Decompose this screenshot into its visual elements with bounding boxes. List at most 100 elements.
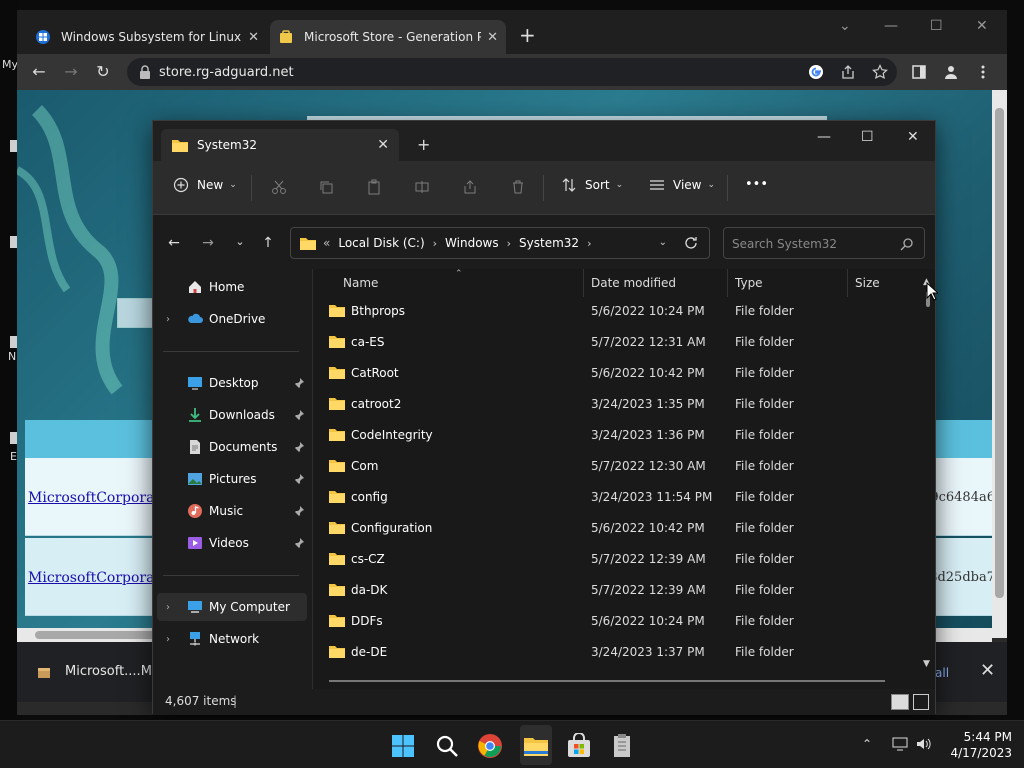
- volume-icon[interactable]: [916, 737, 932, 751]
- chevron-right-icon[interactable]: ›: [587, 237, 591, 250]
- tiles-view-icon[interactable]: [913, 694, 929, 710]
- column-header-type[interactable]: Type: [735, 276, 763, 290]
- close-tab-icon[interactable]: ✕: [248, 30, 259, 45]
- clock[interactable]: 5:44 PM 4/17/2023: [946, 729, 1012, 761]
- sidebar-item-home[interactable]: Home: [157, 273, 307, 301]
- pin-icon[interactable]: [293, 473, 305, 485]
- column-divider[interactable]: [847, 269, 848, 297]
- forward-icon[interactable]: →: [199, 235, 217, 251]
- profile-icon[interactable]: [943, 64, 959, 80]
- sidebar-item-downloads[interactable]: Downloads: [157, 401, 307, 429]
- sidebar-item-desktop[interactable]: Desktop: [157, 369, 307, 397]
- show-hidden-icons-chevron-icon[interactable]: ⌃: [862, 737, 872, 751]
- sort-button[interactable]: Sort ⌄: [561, 177, 623, 193]
- refresh-icon[interactable]: [683, 235, 699, 251]
- column-header-date[interactable]: Date modified: [591, 276, 676, 290]
- search-input[interactable]: Search System32: [723, 227, 925, 259]
- close-tab-icon[interactable]: ✕: [487, 30, 498, 45]
- share-icon[interactable]: [840, 64, 856, 80]
- breadcrumb-item[interactable]: Windows: [445, 236, 499, 250]
- sidebar-item-pictures[interactable]: Pictures: [157, 465, 307, 493]
- breadcrumb[interactable]: « Local Disk (C:) › Windows › System32 ›…: [290, 227, 710, 259]
- expand-chevron-icon[interactable]: ›: [157, 602, 179, 613]
- file-row[interactable]: CodeIntegrity 3/24/2023 1:36 PM File folde…: [313, 420, 923, 451]
- cut-icon[interactable]: [271, 179, 287, 195]
- paste-icon[interactable]: [366, 179, 382, 195]
- chevron-right-icon[interactable]: ›: [507, 237, 511, 250]
- maximize-icon[interactable]: ☐: [861, 129, 874, 145]
- file-row[interactable]: config 3/24/2023 11:54 PM File folder: [313, 482, 923, 513]
- sidebar-item-documents[interactable]: Documents: [157, 433, 307, 461]
- sidebar-item-onedrive[interactable]: › OneDrive: [157, 305, 307, 333]
- breadcrumb-overflow[interactable]: «: [323, 236, 330, 250]
- copy-icon[interactable]: [318, 179, 334, 195]
- browser-tab-active[interactable]: Microsoft Store - Generation Proj ✕: [270, 20, 506, 54]
- details-view-icon[interactable]: [891, 694, 909, 710]
- new-tab-icon[interactable]: +: [417, 135, 430, 154]
- bookmark-star-icon[interactable]: [872, 64, 888, 80]
- chevron-down-icon[interactable]: ⌄: [659, 237, 667, 248]
- sidebar-item-videos[interactable]: Videos: [157, 529, 307, 557]
- file-explorer-icon[interactable]: [523, 733, 549, 759]
- show-all-downloads-button[interactable]: all: [935, 666, 949, 680]
- file-row[interactable]: CatRoot 5/6/2022 10:42 PM File folder: [313, 358, 923, 389]
- file-row[interactable]: de-DE 3/24/2023 1:37 PM File folder: [313, 637, 923, 668]
- minimize-icon[interactable]: —: [817, 129, 831, 145]
- column-divider[interactable]: [727, 269, 728, 297]
- archive-app-icon[interactable]: [609, 733, 635, 759]
- delete-icon[interactable]: [510, 179, 526, 195]
- back-icon[interactable]: ←: [29, 62, 49, 82]
- close-window-icon[interactable]: ✕: [907, 129, 919, 145]
- file-row[interactable]: catroot2 3/24/2023 1:35 PM File folder: [313, 389, 923, 420]
- rename-icon[interactable]: [414, 179, 430, 195]
- close-download-bar-icon[interactable]: ✕: [980, 660, 995, 681]
- pin-icon[interactable]: [293, 537, 305, 549]
- back-icon[interactable]: ←: [165, 235, 183, 251]
- sidebar-item-music[interactable]: Music: [157, 497, 307, 525]
- file-row[interactable]: Configuration 5/6/2022 10:42 PM File folde…: [313, 513, 923, 544]
- maximize-icon[interactable]: ☐: [930, 18, 943, 34]
- horizontal-scrollbar[interactable]: [329, 680, 885, 682]
- scroll-down-icon[interactable]: ▼: [923, 659, 930, 669]
- recent-locations-icon[interactable]: ⌄: [231, 235, 249, 251]
- desktop-icon-label[interactable]: My: [2, 58, 18, 71]
- view-button[interactable]: View ⌄: [649, 177, 715, 193]
- forward-icon[interactable]: →: [61, 62, 81, 82]
- pin-icon[interactable]: [293, 505, 305, 517]
- column-divider[interactable]: [583, 269, 584, 297]
- address-bar[interactable]: store.rg-adguard.net: [127, 58, 897, 86]
- download-item[interactable]: Microsoft....Ms: [37, 664, 159, 679]
- page-vertical-scrollbar[interactable]: [992, 90, 1007, 638]
- pin-icon[interactable]: [293, 441, 305, 453]
- kebab-menu-icon[interactable]: [975, 64, 991, 80]
- new-tab-icon[interactable]: +: [519, 25, 536, 45]
- file-row[interactable]: DDFs 5/6/2022 10:24 PM File folder: [313, 606, 923, 637]
- column-header-size[interactable]: Size: [855, 276, 880, 290]
- sidebar-item-my-computer[interactable]: › My Computer: [157, 593, 307, 621]
- reload-icon[interactable]: ↻: [93, 62, 113, 82]
- file-row[interactable]: da-DK 5/7/2022 12:39 AM File folder: [313, 575, 923, 606]
- file-row[interactable]: cs-CZ 5/7/2022 12:39 AM File folder: [313, 544, 923, 575]
- sidebar-item-network[interactable]: › Network: [157, 625, 307, 653]
- minimize-icon[interactable]: —: [884, 18, 898, 34]
- scrollbar-thumb[interactable]: [995, 108, 1004, 598]
- file-row[interactable]: Bthprops 5/6/2022 10:24 PM File folder: [313, 296, 923, 327]
- microsoft-store-icon[interactable]: [566, 733, 592, 759]
- chrome-icon[interactable]: [477, 733, 503, 759]
- tab-search-chevron-icon[interactable]: ⌄: [839, 18, 851, 34]
- side-panel-icon[interactable]: [911, 64, 927, 80]
- breadcrumb-item[interactable]: Local Disk (C:): [338, 236, 424, 250]
- column-header-name[interactable]: Name: [343, 276, 378, 290]
- new-button[interactable]: New ⌄: [173, 177, 237, 193]
- vertical-scrollbar[interactable]: ▲ ▼: [921, 269, 935, 689]
- up-icon[interactable]: ↑: [259, 235, 277, 251]
- more-options-button[interactable]: •••: [745, 177, 768, 192]
- file-row[interactable]: Com 5/7/2022 12:30 AM File folder: [313, 451, 923, 482]
- file-row[interactable]: ca-ES 5/7/2022 12:31 AM File folder: [313, 327, 923, 358]
- share-icon[interactable]: [462, 179, 478, 195]
- expand-chevron-icon[interactable]: ›: [157, 634, 179, 645]
- search-icon[interactable]: [434, 733, 460, 759]
- breadcrumb-item[interactable]: System32: [519, 236, 579, 250]
- chevron-right-icon[interactable]: ›: [433, 237, 437, 250]
- pin-icon[interactable]: [293, 409, 305, 421]
